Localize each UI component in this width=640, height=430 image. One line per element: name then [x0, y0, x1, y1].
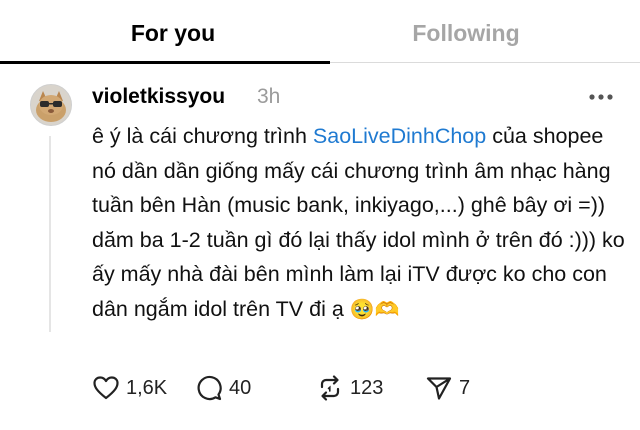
comment-icon — [197, 375, 222, 401]
post-username[interactable]: violetkissyou — [92, 84, 225, 110]
avatar-cat-icon — [31, 85, 71, 125]
heart-hands-emoji: 🫶 — [374, 296, 400, 321]
send-icon — [426, 377, 452, 400]
share-count: 7 — [459, 376, 471, 399]
more-horizontal-icon[interactable] — [588, 90, 614, 104]
post-timestamp: 3h — [257, 85, 281, 108]
reply-button[interactable]: 40 — [195, 370, 251, 406]
hashtag-link[interactable]: SaoLiveDinhChop — [313, 124, 486, 148]
like-count: 1,6K — [126, 376, 168, 399]
repost-icon — [320, 375, 340, 401]
feed-tabs: For you Following — [0, 0, 640, 64]
post-text-before: ê ý là cái chương trình — [92, 124, 313, 148]
share-button[interactable]: 7 — [425, 370, 470, 406]
thread-line — [49, 136, 51, 332]
post-actions: 1,6K 40 123 7 — [92, 370, 632, 406]
post-text: ê ý là cái chương trình SaoLiveDinhChop … — [92, 119, 632, 326]
active-tab-indicator — [0, 61, 330, 64]
like-button[interactable]: 1,6K — [92, 370, 167, 406]
pleading-face-emoji: 🥹 — [349, 296, 375, 321]
avatar[interactable] — [30, 84, 72, 126]
reply-count: 40 — [229, 376, 252, 399]
repost-count: 123 — [350, 376, 384, 399]
tab-following[interactable]: Following — [306, 18, 626, 48]
heart-icon — [93, 376, 119, 400]
repost-button[interactable]: 123 — [316, 370, 383, 406]
post-text-after: của shopee nó dần dần giống mấy cái chươ… — [92, 124, 625, 321]
tab-for-you[interactable]: For you — [13, 18, 333, 48]
